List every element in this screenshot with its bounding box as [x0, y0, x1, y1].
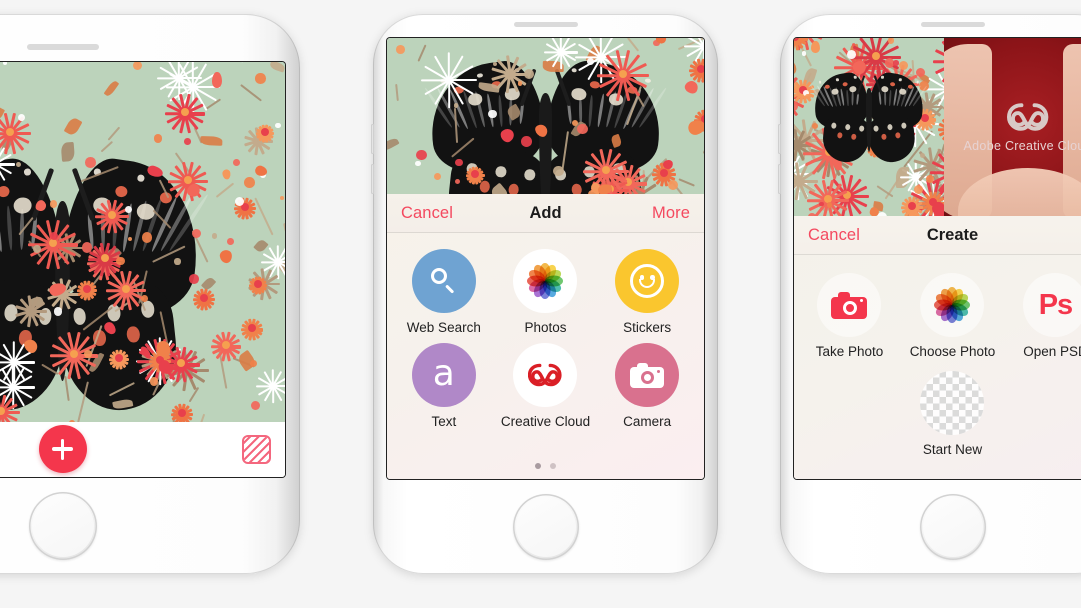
- sheet-item-label: Web Search: [406, 320, 481, 335]
- create-options-grid: Take Photo Choose Photo Ps Open PS Start…: [794, 255, 1081, 457]
- sheet-item-text[interactable]: a Text: [393, 343, 495, 429]
- camera-icon: [817, 273, 882, 337]
- letter-a-icon: a: [411, 343, 476, 407]
- phone-middle-screen: Cancel Add More Web Search Photos Sticke…: [387, 38, 704, 479]
- volume-down-button[interactable]: [371, 164, 374, 194]
- canvas-artwork[interactable]: [0, 62, 285, 477]
- add-options-grid: Web Search Photos Stickers a Text Creati…: [387, 233, 704, 429]
- sheet-item-label: Choose Photo: [909, 344, 996, 359]
- earpiece-speaker: [513, 22, 578, 27]
- photoshop-ps-icon: Ps: [1023, 273, 1081, 337]
- editor-toolbar: [0, 422, 285, 477]
- project-gallery[interactable]: Adobe Creative Cloud: [794, 38, 1081, 216]
- gallery-item-butterfly[interactable]: [794, 38, 945, 216]
- page-indicator: [387, 463, 704, 469]
- phone-middle: Cancel Add More Web Search Photos Sticke…: [371, 14, 718, 574]
- earpiece-speaker: [920, 22, 985, 27]
- page-dot-1[interactable]: [535, 463, 541, 469]
- sheet-item-label: Open PSD: [1023, 344, 1081, 359]
- home-button[interactable]: [28, 492, 97, 560]
- phone-left-screen: [0, 62, 285, 477]
- transparency-checker-icon: [920, 371, 985, 435]
- sheet-item-camera[interactable]: Camera: [596, 343, 698, 429]
- phone-right: Adobe Creative Cloud Cancel Create Take …: [778, 14, 1081, 574]
- home-button[interactable]: [512, 494, 579, 560]
- sheet-item-label: Stickers: [623, 320, 672, 335]
- sheet-item-photos[interactable]: Photos: [495, 249, 597, 335]
- home-button[interactable]: [919, 494, 986, 560]
- sheet-header: Cancel Add More: [387, 194, 704, 233]
- earpiece-speaker: [26, 44, 99, 50]
- phone-left: [0, 14, 300, 574]
- photos-flower-icon: [920, 273, 985, 337]
- smiley-icon: [615, 249, 680, 313]
- more-button[interactable]: More: [652, 204, 690, 223]
- cancel-button[interactable]: Cancel: [808, 226, 860, 245]
- creative-cloud-icon: [1006, 103, 1049, 131]
- create-action-sheet: Cancel Create Take Photo Choose Photo Ps…: [794, 216, 1081, 479]
- volume-up-button[interactable]: [371, 124, 374, 154]
- sheet-item-label: Take Photo: [815, 344, 884, 359]
- camera-icon: [615, 343, 680, 407]
- gallery-card-title: Adobe Creative Cloud: [963, 139, 1081, 153]
- sheet-item-web-search[interactable]: Web Search: [393, 249, 495, 335]
- page-dot-2[interactable]: [550, 463, 556, 469]
- search-icon: [411, 249, 476, 313]
- sheet-item-label: Camera: [623, 414, 672, 429]
- sheet-item-label: Start New: [922, 442, 983, 457]
- cancel-button[interactable]: Cancel: [401, 204, 453, 223]
- volume-up-button[interactable]: [778, 124, 781, 154]
- hatch-pattern-icon[interactable]: [242, 435, 271, 464]
- sheet-item-open-psd[interactable]: Ps Open PSD: [1004, 273, 1081, 359]
- sheet-item-start-new[interactable]: Start New: [901, 371, 1004, 457]
- gallery-item-creative-cloud[interactable]: Adobe Creative Cloud: [944, 38, 1081, 216]
- ps-glyph: Ps: [1038, 288, 1073, 321]
- sheet-item-creative-cloud[interactable]: Creative Cloud: [495, 343, 597, 429]
- volume-down-button[interactable]: [778, 164, 781, 194]
- add-button[interactable]: [38, 425, 87, 473]
- scene: Cancel Add More Web Search Photos Sticke…: [0, 0, 1081, 608]
- sheet-item-label: Text: [431, 414, 457, 429]
- sheet-item-label: Photos: [524, 320, 567, 335]
- sheet-header: Cancel Create: [794, 216, 1081, 255]
- creative-cloud-icon: [513, 343, 578, 407]
- sheet-item-label: Creative Cloud: [500, 414, 591, 429]
- phone-right-screen: Adobe Creative Cloud Cancel Create Take …: [794, 38, 1081, 479]
- sheet-item-take-photo[interactable]: Take Photo: [798, 273, 901, 359]
- add-action-sheet: Cancel Add More Web Search Photos Sticke…: [387, 194, 704, 479]
- photos-flower-icon: [513, 249, 578, 313]
- sheet-item-stickers[interactable]: Stickers: [596, 249, 698, 335]
- sheet-item-choose-photo[interactable]: Choose Photo: [901, 273, 1004, 359]
